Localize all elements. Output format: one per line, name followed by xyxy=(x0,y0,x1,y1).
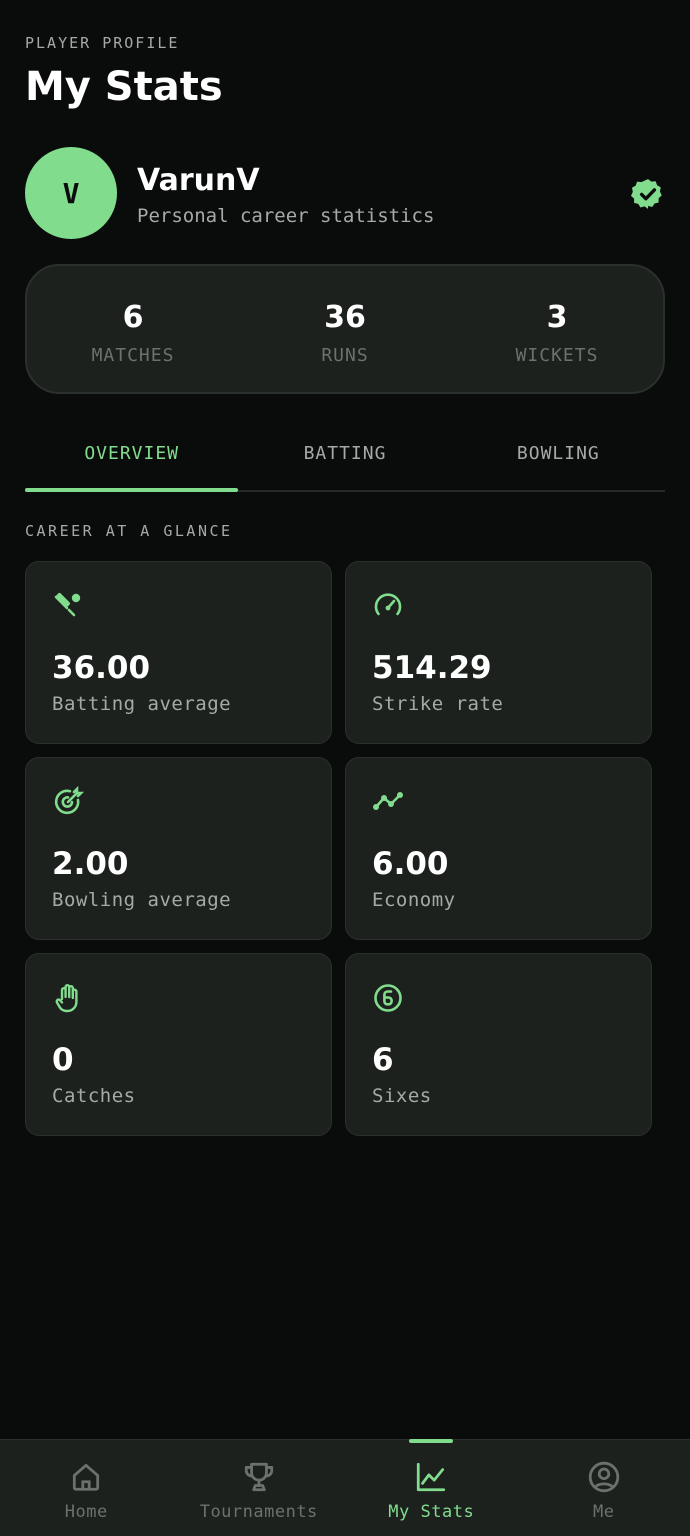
speedometer-icon xyxy=(374,593,402,616)
stat-card-strike-rate: 514.29 Strike rate xyxy=(345,561,652,744)
tab-overview[interactable]: OVERVIEW xyxy=(25,428,239,492)
nav-item-me[interactable]: Me xyxy=(518,1440,690,1536)
stat-card-bowling-average: 2.00 Bowling average xyxy=(25,757,332,940)
stat-card-economy: 6.00 Economy xyxy=(345,757,652,940)
stat-value: 6 xyxy=(372,1042,394,1078)
stat-card-batting-average: 36.00 Batting average xyxy=(25,561,332,744)
nav-item-tournaments[interactable]: Tournaments xyxy=(173,1440,346,1536)
summary-label: MATCHES xyxy=(91,345,175,366)
stat-label: Batting average xyxy=(52,693,232,715)
nav-item-my-stats[interactable]: My Stats xyxy=(345,1438,518,1536)
nav-label: Tournaments xyxy=(199,1502,318,1522)
six-circle-icon xyxy=(374,984,402,1012)
stat-value: 36.00 xyxy=(52,650,151,686)
stat-card-sixes: 6 Sixes xyxy=(345,953,652,1136)
stat-label: Catches xyxy=(52,1085,136,1107)
nav-label: My Stats xyxy=(388,1502,475,1522)
summary-value: 3 xyxy=(546,300,568,335)
stat-value: 514.29 xyxy=(372,650,492,686)
user-circle-icon xyxy=(588,1461,619,1493)
cricket-bat-icon xyxy=(54,593,81,617)
target-icon xyxy=(54,786,84,815)
player-name: VarunV xyxy=(137,163,260,198)
stat-value: 2.00 xyxy=(52,846,129,882)
summary-wickets: 3 WICKETS xyxy=(451,266,663,392)
summary-value: 6 xyxy=(122,300,144,335)
nav-item-home[interactable]: Home xyxy=(0,1440,173,1536)
stats-tabs: OVERVIEW BATTING BOWLING xyxy=(25,428,665,492)
tab-bowling[interactable]: BOWLING xyxy=(452,428,665,490)
page-eyebrow: PLAYER PROFILE xyxy=(25,34,180,52)
career-summary-card: 6 MATCHES 36 RUNS 3 WICKETS xyxy=(25,264,665,394)
stat-value: 0 xyxy=(52,1042,74,1078)
bottom-navigation: Home Tournaments My Stats Me xyxy=(0,1438,690,1536)
summary-value: 36 xyxy=(324,300,366,335)
chart-icon xyxy=(417,1462,446,1492)
profile-header: V VarunV Personal career statistics xyxy=(25,147,665,239)
stats-grid: 36.00 Batting average 514.29 Strike rate… xyxy=(25,561,652,1136)
page-title: My Stats xyxy=(25,64,223,110)
stat-label: Sixes xyxy=(372,1085,432,1107)
hand-icon xyxy=(55,984,78,1013)
verified-badge-icon xyxy=(631,179,662,209)
avatar: V xyxy=(25,147,117,239)
summary-label: RUNS xyxy=(321,345,369,366)
trend-line-icon xyxy=(373,792,403,810)
stat-label: Bowling average xyxy=(52,889,232,911)
nav-label: Home xyxy=(64,1502,108,1522)
stat-card-catches: 0 Catches xyxy=(25,953,332,1136)
nav-label: Me xyxy=(593,1502,615,1522)
player-subtitle: Personal career statistics xyxy=(137,205,435,227)
summary-matches: 6 MATCHES xyxy=(27,266,239,392)
tab-batting[interactable]: BATTING xyxy=(238,428,451,490)
summary-runs: 36 RUNS xyxy=(239,266,451,392)
trophy-icon xyxy=(244,1462,273,1492)
home-icon xyxy=(73,1463,100,1491)
stat-label: Economy xyxy=(372,889,456,911)
summary-label: WICKETS xyxy=(515,345,599,366)
stat-value: 6.00 xyxy=(372,846,449,882)
section-label: CAREER AT A GLANCE xyxy=(25,522,233,540)
stat-label: Strike rate xyxy=(372,693,504,715)
